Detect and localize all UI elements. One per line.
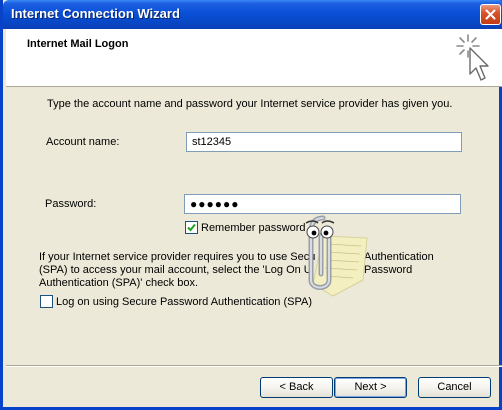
spa-checkbox-label: Log on using Secure Password Authenticat… <box>56 296 313 308</box>
back-button[interactable]: < Back <box>260 377 333 398</box>
close-icon <box>485 9 496 20</box>
clippy-assistant-icon[interactable] <box>293 210 373 300</box>
title-bar[interactable]: Internet Connection Wizard <box>3 0 502 29</box>
next-button[interactable]: Next > <box>334 377 407 398</box>
button-separator <box>6 365 502 367</box>
checkmark-icon <box>187 223 196 232</box>
cancel-button[interactable]: Cancel <box>418 377 491 398</box>
wizard-cursor-icon <box>456 34 489 81</box>
spa-text-line2-left: (SPA) to access your mail account, selec… <box>39 264 312 276</box>
password-value: ●●●●●● <box>190 197 240 211</box>
account-name-value: st12345 <box>192 136 232 148</box>
account-name-field[interactable]: st12345 <box>186 132 462 152</box>
intro-text: Type the account name and password your … <box>47 98 453 110</box>
wizard-window: Internet Connection Wizard Internet Mail… <box>0 0 502 410</box>
window-title: Internet Connection Wizard <box>11 6 180 21</box>
remember-password-label: Remember password <box>201 222 306 234</box>
spa-text-line1-left: If your Internet service provider requir… <box>39 251 316 263</box>
close-button[interactable] <box>480 4 501 25</box>
spa-text-line3: Authentication (SPA)' check box. <box>39 277 199 289</box>
remember-password-checkbox[interactable] <box>185 221 198 234</box>
spa-checkbox[interactable] <box>40 295 53 308</box>
spa-text-line1-right: Authentication <box>364 251 434 263</box>
password-label: Password: <box>45 198 97 210</box>
wizard-header: Internet Mail Logon <box>6 29 502 87</box>
account-name-label: Account name: <box>46 136 120 148</box>
page-title: Internet Mail Logon <box>27 38 129 50</box>
